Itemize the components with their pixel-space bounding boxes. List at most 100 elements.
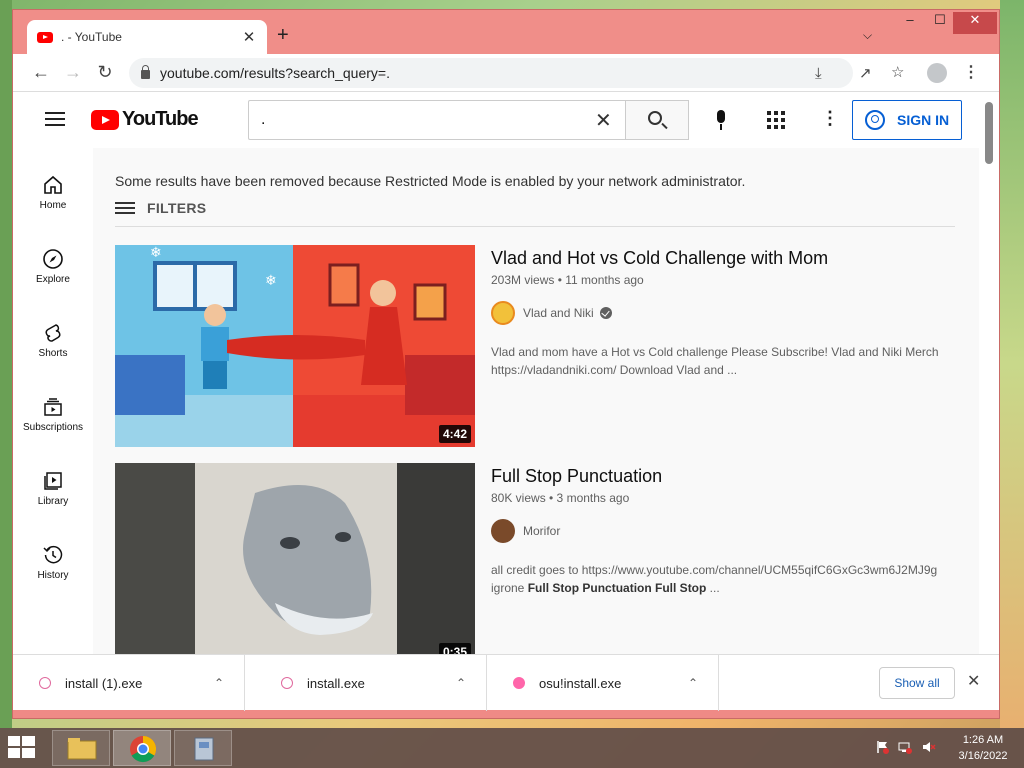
download-item[interactable]: install.exe ⌃ (255, 655, 487, 711)
close-downloads-button[interactable]: ✕ (967, 671, 980, 691)
page-scrollbar[interactable] (979, 92, 999, 654)
scrollbar-thumb[interactable] (985, 102, 993, 164)
search-results: Some results have been removed because R… (93, 148, 979, 654)
tab-title: . - YouTube (61, 30, 122, 44)
sidebar-item-label: Home (39, 200, 67, 211)
chrome-taskbar-button[interactable] (113, 730, 171, 766)
lock-icon (141, 65, 150, 79)
sidebar-item-library[interactable]: Library (13, 460, 93, 530)
channel-row[interactable]: Morifor (491, 519, 955, 543)
video-metadata: 203M views • 11 months ago (491, 273, 644, 287)
tab-close-button[interactable]: ✕ (241, 28, 257, 46)
desktop-icons-edge (0, 0, 12, 728)
video-title[interactable]: Vlad and Hot vs Cold Challenge with Mom (491, 245, 955, 271)
video-result[interactable]: ❄ ❄ 4:42 Vlad and Hot vs Cold Challenge … (115, 245, 955, 447)
youtube-header: YouTube . ✕ ⋮ SIGN IN (13, 92, 979, 148)
back-arrow-icon[interactable]: ← (29, 60, 53, 84)
address-bar[interactable]: youtube.com/results?search_query=. ⤓ (129, 58, 853, 88)
clock-time: 1:26 AM (962, 734, 1004, 746)
shorts-icon (42, 322, 64, 344)
microphone-icon (717, 110, 725, 123)
channel-name[interactable]: Morifor (523, 524, 560, 538)
video-info: Full Stop Punctuation 80K views • 3 mont… (491, 463, 955, 597)
channel-name[interactable]: Vlad and Niki (523, 306, 594, 320)
video-thumbnail[interactable]: 0:35 (115, 463, 475, 654)
youtube-logo[interactable]: YouTube (91, 108, 199, 131)
youtube-favicon-icon (37, 31, 53, 43)
account-icon (865, 110, 885, 130)
system-clock[interactable]: 1:26 AM 3/16/2022 (950, 732, 1016, 764)
download-filename: install (1).exe (65, 675, 143, 691)
forward-arrow-icon[interactable]: → (61, 60, 85, 84)
download-item[interactable]: install (1).exe ⌃ (13, 655, 245, 711)
desktop-right-edge (1000, 0, 1024, 728)
apps-grid-icon[interactable] (767, 111, 785, 129)
svg-text:❄: ❄ (150, 245, 162, 260)
search-icon (648, 111, 662, 125)
description-tail: ... (706, 581, 720, 595)
sidebar-item-label: Library (37, 496, 69, 507)
minimize-button[interactable]: ‒ (895, 12, 925, 34)
library-icon (42, 470, 64, 492)
channel-row[interactable]: Vlad and Niki (491, 301, 955, 325)
video-result[interactable]: 0:35 Full Stop Punctuation 80K views • 3… (115, 463, 955, 654)
clear-search-icon[interactable]: ✕ (595, 108, 612, 133)
search-button[interactable] (625, 100, 689, 140)
profile-avatar[interactable] (927, 63, 947, 83)
network-icon[interactable] (898, 740, 912, 754)
chevron-up-icon[interactable]: ⌃ (214, 676, 224, 690)
settings-more-icon[interactable]: ⋮ (821, 108, 839, 129)
browser-tab[interactable]: . - YouTube ✕ (27, 20, 267, 54)
volume-muted-icon[interactable] (922, 740, 936, 754)
reload-icon[interactable]: ↻ (93, 60, 117, 84)
channel-avatar[interactable] (491, 301, 515, 325)
sidebar-item-label: Explore (36, 274, 70, 285)
sidebar-item-label: Shorts (38, 348, 68, 359)
sidebar-item-history[interactable]: History (13, 534, 93, 604)
video-info: Vlad and Hot vs Cold Challenge with Mom … (491, 245, 955, 379)
channel-avatar[interactable] (491, 519, 515, 543)
youtube-play-icon (91, 109, 119, 130)
windows-taskbar: 1:26 AM 3/16/2022 (0, 728, 1024, 768)
video-description: Vlad and mom have a Hot vs Cold challeng… (491, 345, 939, 377)
window-close-button[interactable]: ✕ (953, 12, 997, 34)
sign-in-button[interactable]: SIGN IN (852, 100, 962, 140)
installer-file-icon (281, 677, 293, 689)
compass-icon (42, 248, 64, 270)
filters-button[interactable]: FILTERS (115, 200, 206, 216)
voice-search-button[interactable] (703, 102, 739, 138)
browser-menu-icon[interactable]: ⋮ (963, 62, 979, 82)
download-item[interactable]: osu!install.exe ⌃ (487, 655, 719, 711)
search-input[interactable]: . (248, 100, 626, 140)
sign-in-label: SIGN IN (897, 112, 950, 128)
chevron-up-icon[interactable]: ⌃ (456, 676, 466, 690)
new-tab-button[interactable]: + (277, 24, 289, 47)
maximize-button[interactable]: ☐ (925, 12, 955, 34)
sidebar-item-explore[interactable]: Explore (13, 238, 93, 308)
action-center-flag-icon[interactable] (876, 740, 890, 754)
installer-taskbar-button[interactable] (174, 730, 232, 766)
sidebar-item-subscriptions[interactable]: Subscriptions (13, 386, 93, 456)
video-title[interactable]: Full Stop Punctuation (491, 463, 955, 489)
install-app-icon[interactable]: ⤓ (815, 65, 822, 82)
youtube-logo-text: YouTube (122, 108, 199, 130)
chevron-up-icon[interactable]: ⌃ (688, 676, 698, 690)
mini-sidebar: Home Explore Shorts Subscriptions Librar… (13, 148, 93, 654)
sidebar-item-home[interactable]: Home (13, 164, 93, 234)
osu-file-icon (513, 677, 525, 689)
file-explorer-taskbar-button[interactable] (52, 730, 110, 766)
video-thumbnail[interactable]: ❄ ❄ 4:42 (115, 245, 475, 447)
microphone-stem (720, 124, 722, 130)
sidebar-item-shorts[interactable]: Shorts (13, 312, 93, 382)
subscriptions-icon (42, 396, 64, 418)
video-duration: 4:42 (438, 425, 471, 443)
hamburger-menu-icon[interactable] (45, 112, 65, 126)
windows-start-icon[interactable] (8, 736, 36, 760)
share-icon[interactable]: ↗ (859, 64, 872, 82)
verified-check-icon (599, 307, 612, 319)
sidebar-item-label: History (37, 570, 69, 581)
show-all-button[interactable]: Show all (879, 667, 955, 699)
web-page: YouTube . ✕ ⋮ SIGN IN Home Explore Short… (13, 92, 999, 654)
tab-search-chevron-icon[interactable]: ⌵ (863, 28, 872, 43)
bookmark-star-icon[interactable]: ☆ (891, 63, 904, 81)
